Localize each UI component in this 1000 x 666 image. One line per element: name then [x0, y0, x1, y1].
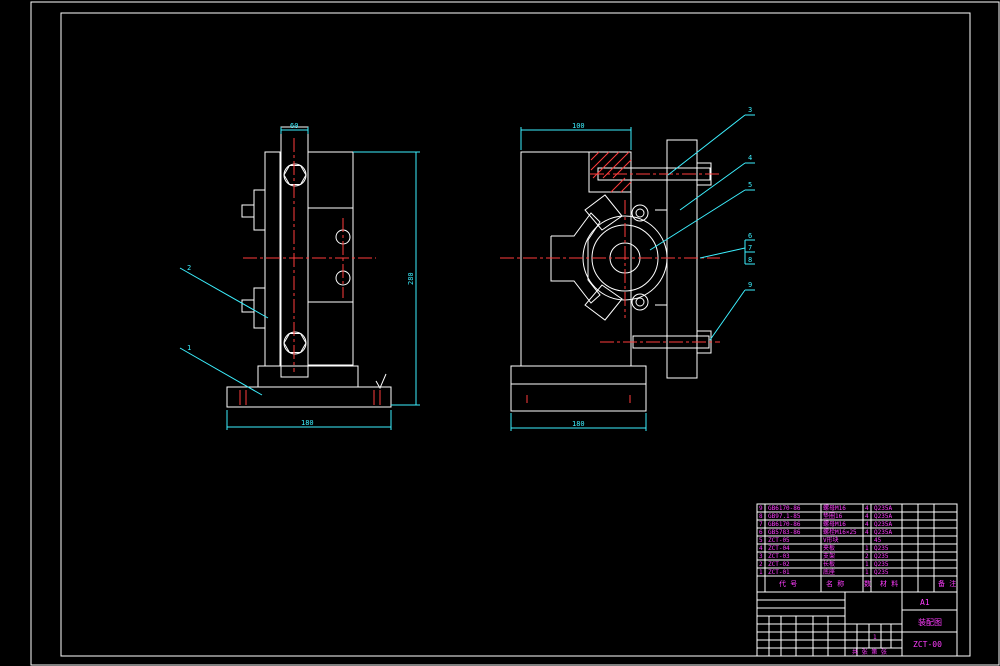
header-name: 名 称: [826, 579, 844, 588]
balloon-1: 1: [187, 344, 191, 352]
left-dim-top: 60: [290, 122, 298, 130]
parts-row-7-name: 螺母M16: [823, 520, 846, 528]
parts-row-8-qty: 4: [865, 513, 869, 520]
parts-row-1-material: Q235: [874, 569, 889, 576]
right-view: [510, 139, 712, 412]
parts-list: 9 GB6170-86 螺母M16 4 Q235A 8 GB97.1-85 垫圈16 4 Q235…: [759, 504, 892, 576]
outer-border: [30, 1, 1000, 666]
parts-row-9-qty: 4: [865, 505, 869, 512]
left-upright-back: [264, 151, 281, 367]
cad-drawing-canvas: 60 180 280 2 1 100 180 3 4 5 6 7 8 9 9 G…: [30, 1, 1000, 666]
parts-row-4-qty: 1: [865, 545, 869, 552]
balloon-5: 5: [748, 181, 752, 189]
balloon-9: 9: [748, 281, 752, 289]
parts-row-1-no: 1: [759, 569, 763, 576]
parts-row-3-material: Q235: [874, 553, 889, 560]
parts-row-8-code: GB97.1-85: [768, 513, 801, 520]
scale: 1: [873, 634, 877, 641]
left-base-step: [227, 365, 391, 388]
right-base: [510, 365, 647, 412]
parts-row-2-qty: 1: [865, 561, 869, 568]
parts-row-2-no: 2: [759, 561, 763, 568]
parts-row-4-code: ZCT-04: [768, 545, 790, 552]
parts-row-4-name: 夹板: [823, 544, 835, 552]
parts-row-8-material: Q235A: [874, 513, 892, 520]
balloon-8: 8: [748, 256, 752, 264]
right-dim-top: 100: [572, 122, 585, 130]
right-center-lines: [500, 173, 720, 403]
parts-row-9-no: 9: [759, 505, 763, 512]
parts-row-6-material: Q235A: [874, 529, 892, 536]
clamp-jaw-top: [584, 194, 623, 231]
balloon-2: 2: [187, 264, 191, 272]
parts-row-4-material: Q235: [874, 545, 889, 552]
parts-row-1-qty: 1: [865, 569, 869, 576]
left-dim-height: 280: [407, 272, 415, 285]
parts-row-2-name: 长板: [823, 560, 835, 568]
balloon-7: 7: [748, 244, 752, 252]
sheets-count: 共 张 第 张: [852, 648, 887, 656]
parts-row-6-name: 螺栓M16×25: [823, 528, 857, 536]
parts-row-5-code: ZCT-05: [768, 537, 790, 544]
parts-row-2-code: ZCT-02: [768, 561, 790, 568]
parts-row-5-material: 45: [874, 537, 882, 544]
left-center-lines: [243, 138, 376, 372]
drawing-number: ZCT-00: [913, 640, 942, 649]
parts-row-6-qty: 4: [865, 529, 869, 536]
balloon-6: 6: [748, 232, 752, 240]
parts-row-4-no: 4: [759, 545, 763, 552]
right-body: [520, 151, 632, 366]
right-dim-bottom: 180: [572, 420, 585, 428]
parts-row-3-code: ZCT-03: [768, 553, 790, 560]
parts-row-1-code: ZCT-01: [768, 569, 790, 576]
left-view: [226, 126, 392, 408]
parts-row-6-code: GB5783-86: [768, 529, 801, 536]
parts-row-3-qty: 2: [865, 553, 869, 560]
hatched-pocket: [588, 151, 632, 193]
parts-row-7-no: 7: [759, 521, 763, 528]
balloon-3: 3: [748, 106, 752, 114]
header-material: 材 料: [880, 579, 898, 588]
parts-row-1-name: 底座: [823, 568, 835, 576]
left-bolt-head-top: [253, 189, 266, 231]
parts-row-5-no: 5: [759, 537, 763, 544]
header-remark: 备 注: [938, 579, 956, 588]
parts-row-2-material: Q235: [874, 561, 889, 568]
drawing-title: 装配图: [918, 617, 942, 627]
parts-row-8-name: 垫圈16: [823, 512, 843, 520]
header-qty: 数: [864, 579, 871, 588]
parts-row-6-no: 6: [759, 529, 763, 536]
parts-row-9-material: Q235A: [874, 505, 892, 512]
balloon-4: 4: [748, 154, 752, 162]
hatch-lines: [590, 151, 632, 193]
parts-row-9-code: GB6170-86: [768, 505, 801, 512]
parts-row-8-no: 8: [759, 513, 763, 520]
left-dimensions: [179, 127, 420, 430]
roughness-symbol: [375, 373, 387, 390]
sheet-size: A1: [920, 598, 930, 607]
parts-row-5-name: V形块: [823, 536, 839, 544]
left-bolt-head-bottom: [253, 287, 266, 329]
left-base-plate: [226, 386, 392, 408]
parts-row-3-name: 支架: [823, 552, 835, 560]
parts-row-3-no: 3: [759, 553, 763, 560]
parts-row-7-qty: 4: [865, 521, 869, 528]
parts-row-9-name: 螺母M16: [823, 504, 846, 512]
parts-row-7-material: Q235A: [874, 521, 892, 528]
header-code: 代 号: [779, 579, 797, 588]
parts-row-7-code: GB6170-86: [768, 521, 801, 528]
left-dim-bottom: 180: [301, 419, 314, 427]
